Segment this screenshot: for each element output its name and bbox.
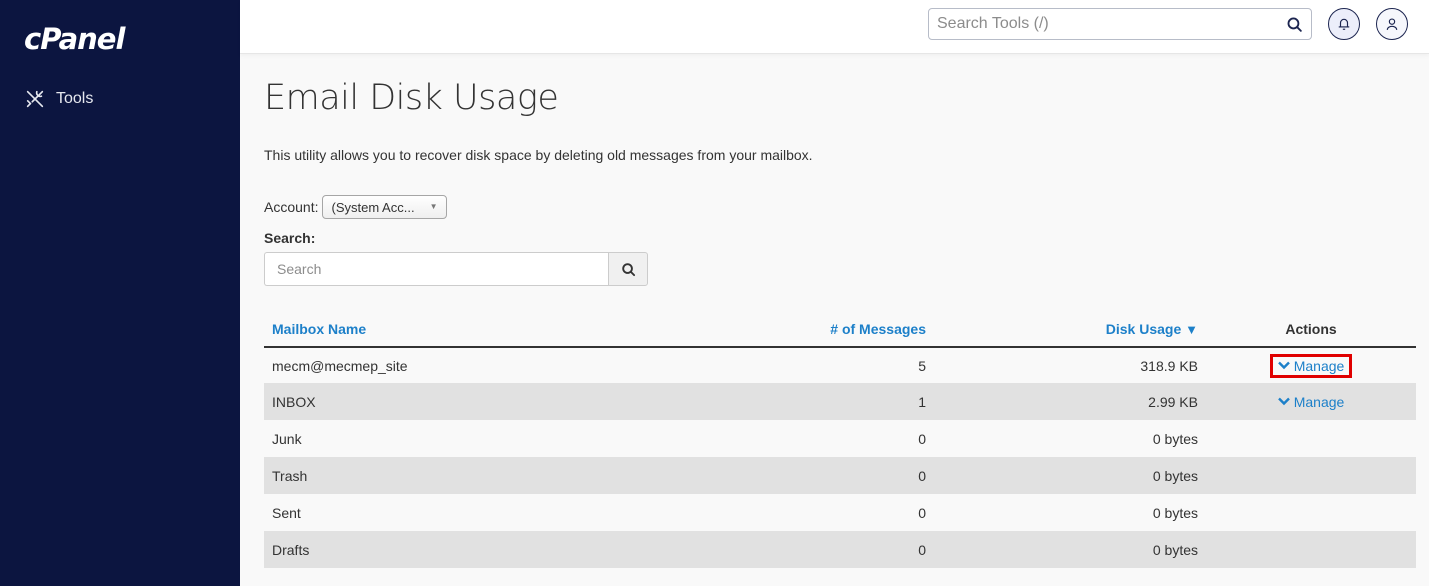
header-mailbox-name[interactable]: Mailbox Name [264, 312, 742, 348]
tool-search [928, 8, 1312, 40]
mailbox-search [264, 252, 648, 286]
top-bar [240, 0, 1429, 54]
account-label: Account: [264, 199, 319, 215]
disk-usage: 0 bytes [934, 457, 1206, 494]
mailbox-name: INBOX [264, 383, 742, 420]
disk-usage: 0 bytes [1152, 430, 1198, 447]
mailbox-name: Drafts [264, 531, 742, 568]
mailbox-search-input[interactable] [264, 252, 608, 286]
manage-label: Manage [1293, 393, 1345, 410]
manage-button[interactable]: Manage [1269, 353, 1353, 378]
table-row: Junk 0 0 bytes [264, 420, 1416, 457]
mailbox-name: Sent [272, 504, 301, 521]
search-tools-input[interactable] [937, 15, 1286, 33]
actions-cell [1206, 494, 1416, 531]
disk-usage: 318.9 KB [1140, 357, 1198, 374]
table-row: Trash 0 0 bytes [264, 457, 1416, 494]
chevron-down-icon [1277, 397, 1290, 406]
dropdown-caret-icon: ▼ [429, 202, 438, 211]
search-button[interactable] [608, 252, 648, 286]
table-row: mecm@mecmep_site 5 318.9 KB Manage [264, 347, 1416, 383]
search-icon[interactable] [1286, 16, 1303, 33]
actions-cell [1206, 420, 1416, 457]
header-disk-usage[interactable]: Disk Usage ▼ [934, 312, 1206, 348]
actions-cell [1206, 457, 1416, 494]
mailbox-name: Junk [272, 430, 302, 447]
user-icon [1386, 18, 1398, 30]
header-label: Actions [1285, 321, 1337, 337]
manage-button[interactable]: Manage [1270, 390, 1353, 414]
message-count: 5 [918, 357, 926, 374]
actions-cell [1206, 531, 1416, 568]
message-count: 0 [918, 430, 926, 447]
page-title: Email Disk Usage [264, 78, 559, 118]
header-label: Disk Usage [1105, 321, 1182, 337]
disk-usage: 2.99 KB [934, 383, 1206, 420]
header-actions: Actions [1206, 312, 1416, 348]
mailbox-table: Mailbox Name # of Messages Disk Usage ▼ … [264, 312, 1416, 568]
sidebar: cPanel Tools [0, 0, 240, 586]
search-label: Search: [264, 230, 316, 246]
sidebar-item-label: Tools [56, 90, 94, 107]
chevron-down-icon [1277, 361, 1290, 370]
table-row: Drafts 0 0 bytes [264, 531, 1416, 568]
message-count: 0 [742, 531, 934, 568]
header-label: # of Messages [830, 321, 926, 337]
actions-cell: Manage [1206, 347, 1416, 383]
table-row: INBOX 1 2.99 KB Manage [264, 383, 1416, 420]
sidebar-item-tools[interactable]: Tools [24, 88, 93, 110]
account-select[interactable]: (System Acc... ▼ [322, 195, 448, 219]
message-count: 0 [742, 457, 934, 494]
notifications-button[interactable] [1328, 8, 1360, 40]
tools-icon [26, 90, 44, 108]
page-description: This utility allows you to recover disk … [264, 147, 813, 163]
disk-usage: 0 bytes [934, 531, 1206, 568]
search-icon [621, 262, 635, 276]
manage-label: Manage [1293, 357, 1345, 374]
mailbox-name: Trash [264, 457, 742, 494]
actions-cell: Manage [1206, 383, 1416, 420]
header-label: Mailbox Name [272, 321, 367, 337]
message-count: 1 [742, 383, 934, 420]
sort-desc-icon: ▼ [1185, 322, 1198, 337]
table-row: Sent 0 0 bytes [264, 494, 1416, 531]
cpanel-logo[interactable]: cPanel [24, 22, 125, 56]
account-row: Account: (System Acc... ▼ [264, 195, 448, 219]
disk-usage: 0 bytes [1152, 504, 1198, 521]
header-messages[interactable]: # of Messages [742, 312, 934, 348]
user-menu-button[interactable] [1376, 8, 1408, 40]
bell-icon [1338, 18, 1350, 30]
message-count: 0 [918, 504, 926, 521]
mailbox-name: mecm@mecmep_site [272, 357, 408, 374]
account-selected-value: (System Acc... [331, 199, 415, 215]
